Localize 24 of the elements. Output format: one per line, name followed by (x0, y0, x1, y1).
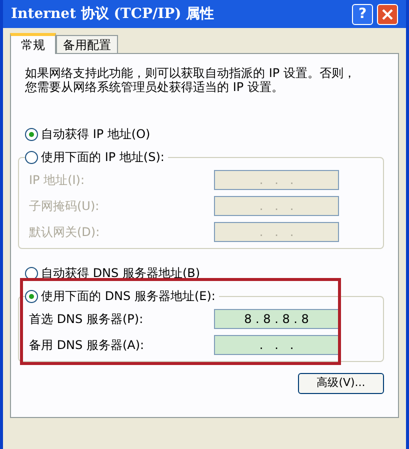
window-title: Internet 协议 (TCP/IP) 属性 (11, 4, 216, 24)
radio-button[interactable] (25, 150, 38, 164)
description-text: 您需要从网络系统管理员处获得适当的 IP 设置。 (25, 80, 284, 94)
ip-address-field[interactable]: . . . (214, 335, 339, 355)
radio-label: 自动获得 DNS 服务器地址(B) (41, 265, 200, 282)
radio-button[interactable] (25, 266, 38, 280)
radio-button[interactable] (25, 290, 38, 302)
tab[interactable]: 备用配置 (56, 35, 118, 53)
help-button[interactable]: ? (352, 4, 373, 24)
tab[interactable]: 常规 (10, 33, 56, 54)
field-label: 默认网关(D): (29, 224, 100, 241)
close-button[interactable] (377, 4, 398, 24)
advanced-button[interactable]: 高级(V)... (298, 373, 384, 394)
radio-label: 使用下面的 DNS 服务器地址(E): (41, 288, 216, 305)
description-text: 如果网络支持此功能，则可以获取自动指派的 IP 设置。否则， (25, 66, 356, 80)
field-label: 子网掩码(U): (29, 198, 100, 215)
radio-label: 自动获得 IP 地址(O) (41, 126, 150, 143)
radio-button[interactable] (25, 128, 38, 140)
field-label: IP 地址(I): (29, 172, 85, 189)
close-icon (382, 8, 393, 20)
radio-label: 使用下面的 IP 地址(S): (41, 149, 164, 166)
ip-address-field[interactable]: 8 . 8 . 8 . 8 (214, 309, 339, 329)
field-label: 备用 DNS 服务器(A): (29, 337, 144, 354)
field-label: 首选 DNS 服务器(P): (29, 311, 144, 328)
